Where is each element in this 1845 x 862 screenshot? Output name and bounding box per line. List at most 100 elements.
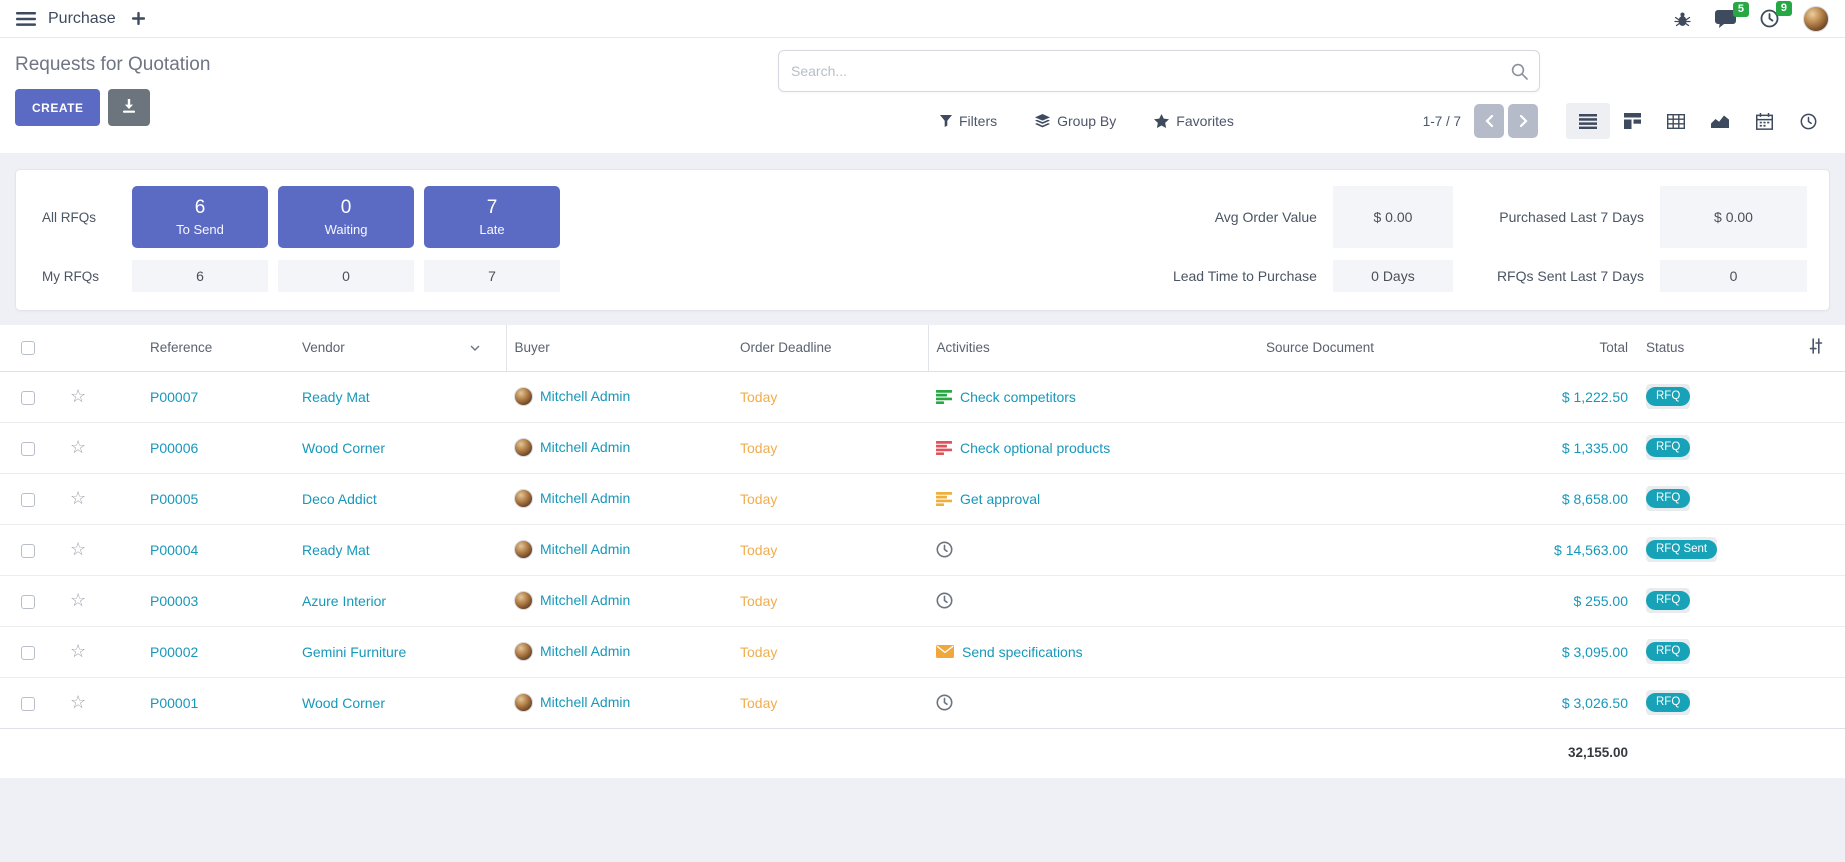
select-all-checkbox[interactable] xyxy=(21,341,35,355)
vendor-link[interactable]: Gemini Furniture xyxy=(302,644,406,660)
table-footer-row: 32,155.00 xyxy=(0,728,1845,778)
my-waiting-cell[interactable]: 0 xyxy=(278,260,414,292)
header-activities[interactable]: Activities xyxy=(928,325,1258,371)
list-view-button[interactable] xyxy=(1566,103,1610,139)
favorites-button[interactable]: Favorites xyxy=(1154,113,1234,129)
group-by-button[interactable]: Group By xyxy=(1035,113,1116,129)
vendor-link[interactable]: Deco Addict xyxy=(302,491,377,507)
purchased-last7-label: Purchased Last 7 Days xyxy=(1469,209,1644,225)
activity-icon[interactable] xyxy=(936,694,953,711)
status-badge: RFQ xyxy=(1646,384,1690,410)
my-late-cell[interactable]: 7 xyxy=(424,260,560,292)
activity-icon[interactable] xyxy=(936,441,952,455)
purchase-dashboard: All RFQs 6 To Send 0 Waiting 7 Late My R… xyxy=(0,153,1845,325)
table-row[interactable]: ☆ P00006 Wood Corner Mitchell Admin Toda… xyxy=(0,422,1845,473)
activity-view-button[interactable] xyxy=(1786,103,1830,139)
favorite-star-icon[interactable]: ☆ xyxy=(56,641,86,662)
export-button[interactable] xyxy=(108,89,150,126)
buyer-link[interactable]: Mitchell Admin xyxy=(540,643,630,659)
sort-chevron-down-icon[interactable] xyxy=(470,345,480,351)
table-row[interactable]: ☆ P00002 Gemini Furniture Mitchell Admin… xyxy=(0,626,1845,677)
favorite-star-icon[interactable]: ☆ xyxy=(56,488,86,509)
table-row[interactable]: ☆ P00003 Azure Interior Mitchell Admin T… xyxy=(0,575,1845,626)
pivot-view-button[interactable] xyxy=(1654,103,1698,139)
activity-icon[interactable] xyxy=(936,645,954,658)
header-total[interactable]: Total xyxy=(1498,325,1638,371)
header-source-document[interactable]: Source Document xyxy=(1258,325,1498,371)
header-reference[interactable]: Reference xyxy=(108,325,296,371)
buyer-link[interactable]: Mitchell Admin xyxy=(540,439,630,455)
app-name[interactable]: Purchase xyxy=(48,10,116,28)
reference-link[interactable]: P00002 xyxy=(150,644,198,660)
view-switcher xyxy=(1566,103,1830,139)
buyer-link[interactable]: Mitchell Admin xyxy=(540,592,630,608)
buyer-link[interactable]: Mitchell Admin xyxy=(540,541,630,557)
pager-next-button[interactable] xyxy=(1508,104,1538,138)
reference-link[interactable]: P00001 xyxy=(150,695,198,711)
favorite-star-icon[interactable]: ☆ xyxy=(56,437,86,458)
row-checkbox[interactable] xyxy=(21,493,35,507)
activity-label[interactable]: Get approval xyxy=(960,491,1040,507)
reference-link[interactable]: P00007 xyxy=(150,389,198,405)
activity-icon[interactable] xyxy=(936,592,953,609)
kanban-view-button[interactable] xyxy=(1610,103,1654,139)
buyer-link[interactable]: Mitchell Admin xyxy=(540,388,630,404)
reference-link[interactable]: P00003 xyxy=(150,593,198,609)
activity-label[interactable]: Send specifications xyxy=(962,644,1083,660)
favorites-label: Favorites xyxy=(1176,113,1234,129)
to-send-stat-button[interactable]: 6 To Send xyxy=(132,186,268,248)
vendor-link[interactable]: Azure Interior xyxy=(302,593,386,609)
user-avatar[interactable] xyxy=(1803,6,1829,32)
table-row[interactable]: ☆ P00005 Deco Addict Mitchell Admin Toda… xyxy=(0,473,1845,524)
activity-label[interactable]: Check optional products xyxy=(960,440,1110,456)
row-checkbox[interactable] xyxy=(21,595,35,609)
pager-previous-button[interactable] xyxy=(1474,104,1504,138)
apps-menu-icon[interactable] xyxy=(16,12,36,26)
late-stat-button[interactable]: 7 Late xyxy=(424,186,560,248)
search-input[interactable] xyxy=(778,50,1540,92)
create-button[interactable]: CREATE xyxy=(15,89,100,126)
new-tab-plus-icon[interactable] xyxy=(132,12,145,25)
row-checkbox[interactable] xyxy=(21,391,35,405)
table-row[interactable]: ☆ P00004 Ready Mat Mitchell Admin Today … xyxy=(0,524,1845,575)
vendor-link[interactable]: Ready Mat xyxy=(302,389,370,405)
reference-link[interactable]: P00005 xyxy=(150,491,198,507)
header-order-deadline[interactable]: Order Deadline xyxy=(732,325,928,371)
activity-icon[interactable] xyxy=(936,541,953,558)
header-buyer[interactable]: Buyer xyxy=(506,325,732,371)
favorite-star-icon[interactable]: ☆ xyxy=(56,692,86,713)
row-checkbox[interactable] xyxy=(21,697,35,711)
header-vendor[interactable]: Vendor xyxy=(296,325,506,371)
favorite-star-icon[interactable]: ☆ xyxy=(56,590,86,611)
waiting-stat-button[interactable]: 0 Waiting xyxy=(278,186,414,248)
calendar-view-button[interactable] xyxy=(1742,103,1786,139)
header-status[interactable]: Status xyxy=(1638,325,1795,371)
reference-link[interactable]: P00006 xyxy=(150,440,198,456)
activity-icon[interactable] xyxy=(936,390,952,404)
activity-icon[interactable] xyxy=(936,492,952,506)
buyer-link[interactable]: Mitchell Admin xyxy=(540,694,630,710)
vendor-link[interactable]: Ready Mat xyxy=(302,542,370,558)
buyer-link[interactable]: Mitchell Admin xyxy=(540,490,630,506)
debug-bug-icon[interactable] xyxy=(1674,11,1691,27)
status-badge: RFQ xyxy=(1646,486,1690,512)
column-options-icon[interactable] xyxy=(1795,338,1823,354)
activity-label[interactable]: Check competitors xyxy=(960,389,1076,405)
table-row[interactable]: ☆ P00001 Wood Corner Mitchell Admin Toda… xyxy=(0,677,1845,728)
reference-link[interactable]: P00004 xyxy=(150,542,198,558)
favorite-star-icon[interactable]: ☆ xyxy=(56,386,86,407)
favorite-star-icon[interactable]: ☆ xyxy=(56,539,86,560)
messages-icon[interactable]: 5 xyxy=(1715,10,1736,28)
search-icon[interactable] xyxy=(1511,63,1528,85)
filters-button[interactable]: Filters xyxy=(940,113,997,129)
vendor-link[interactable]: Wood Corner xyxy=(302,440,385,456)
row-checkbox[interactable] xyxy=(21,442,35,456)
vendor-link[interactable]: Wood Corner xyxy=(302,695,385,711)
activities-clock-icon[interactable]: 9 xyxy=(1760,9,1779,28)
table-row[interactable]: ☆ P00007 Ready Mat Mitchell Admin Today … xyxy=(0,371,1845,422)
my-to-send-cell[interactable]: 6 xyxy=(132,260,268,292)
rfqs-sent-last7-label: RFQs Sent Last 7 Days xyxy=(1469,268,1644,284)
row-checkbox[interactable] xyxy=(21,646,35,660)
row-checkbox[interactable] xyxy=(21,544,35,558)
graph-view-button[interactable] xyxy=(1698,103,1742,139)
